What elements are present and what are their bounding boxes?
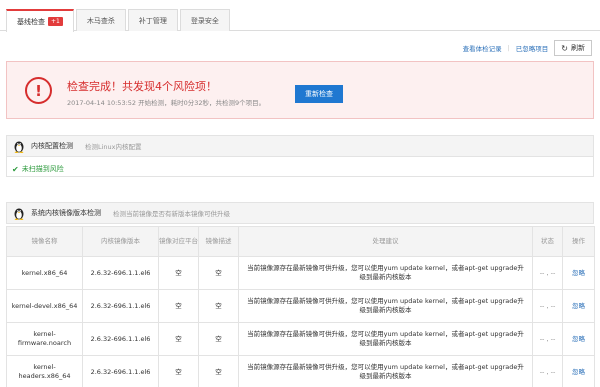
result-text: 未扫描到风险	[21, 165, 64, 173]
column-header: 内核镜像版本	[82, 226, 159, 257]
action-cell: 忽略	[562, 322, 595, 356]
tab-label: 木马查杀	[86, 16, 115, 25]
toolbar: 查看体检记录 | 已忽略项目 ↻ 刷新	[463, 40, 592, 56]
version-cell: 2.6.32-696.1.1.el6	[82, 256, 159, 290]
image-name-cell: kernel-firmware.noarch	[6, 322, 83, 356]
refresh-button[interactable]: ↻ 刷新	[554, 40, 592, 56]
tab-bar: 基线检查 +1 木马查杀 补丁管理 登录安全	[6, 9, 232, 32]
column-header: 状态	[532, 226, 563, 257]
table-row: kernel.x86_64 2.6.32-696.1.1.el6 空 空 当前镜…	[6, 256, 595, 290]
status-cell: -- , --	[532, 322, 563, 356]
action-cell: 忽略	[562, 289, 595, 323]
platform-cell: 空	[158, 256, 199, 290]
column-header: 镜像对应平台	[158, 226, 199, 257]
advice-cell: 当前镜像源存在最新镜像可供升级，您可以使用yum update kernel，或…	[238, 289, 533, 323]
kernel-config-body	[6, 157, 594, 177]
version-cell: 2.6.32-696.1.1.el6	[82, 322, 159, 356]
toolbar-separator: |	[507, 44, 510, 52]
kernel-image-table: 镜像名称 内核镜像版本 镜像对应平台 镜像描述 处理建议 状态 操作 kerne…	[6, 226, 595, 387]
linux-penguin-icon	[14, 141, 24, 153]
linux-penguin-icon	[14, 208, 24, 220]
column-header: 处理建议	[238, 226, 533, 257]
tab-label: 登录安全	[190, 16, 219, 25]
advice-cell: 当前镜像源存在最新镜像可供升级，您可以使用yum update kernel，或…	[238, 256, 533, 290]
column-header: 镜像描述	[198, 226, 239, 257]
version-cell: 2.6.32-696.1.1.el6	[82, 289, 159, 323]
version-cell: 2.6.32-696.1.1.el6	[82, 355, 159, 387]
status-cell: -- , --	[532, 256, 563, 290]
kernel-config-result: ✔ 未扫描到风险	[12, 164, 64, 174]
view-history-link[interactable]: 查看体检记录	[463, 43, 502, 53]
ignore-link[interactable]: 忽略	[572, 302, 585, 310]
kernel-image-header: 系统内核镜像版本检测 检测当前镜像是否有新版本镜像可供升级	[6, 202, 594, 224]
ignored-items-link[interactable]: 已忽略项目	[516, 43, 549, 53]
warning-icon: !	[25, 77, 52, 104]
check-circle-icon: ✔	[12, 164, 19, 174]
alert-subtitle: 2017-04-14 10:53:52 开始检测，耗时0分32秒，共检测9个项目…	[67, 99, 266, 107]
image-name-cell: kernel-devel.x86_64	[6, 289, 83, 323]
tab-label: 补丁管理	[138, 16, 167, 25]
column-header: 镜像名称	[6, 226, 83, 257]
image-name-cell: kernel-headers.x86_64	[6, 355, 83, 387]
section-title: 系统内核镜像版本检测	[31, 209, 101, 217]
tab-login-security[interactable]: 登录安全	[179, 9, 230, 31]
recheck-button[interactable]: 重新检查	[295, 85, 343, 103]
status-cell: -- , --	[532, 355, 563, 387]
table-row: kernel-headers.x86_64 2.6.32-696.1.1.el6…	[6, 355, 595, 387]
alert-title: 检查完成！共发现4个风险项！	[67, 80, 217, 93]
tab-badge: +1	[48, 17, 63, 26]
image-name-cell: kernel.x86_64	[6, 256, 83, 290]
status-cell: -- , --	[532, 289, 563, 323]
description-cell: 空	[198, 289, 239, 323]
section-description: 检测当前镜像是否有新版本镜像可供升级	[113, 210, 230, 218]
tab-label: 基线检查	[17, 17, 45, 26]
description-cell: 空	[198, 355, 239, 387]
table-row: kernel-devel.x86_64 2.6.32-696.1.1.el6 空…	[6, 289, 595, 323]
platform-cell: 空	[158, 289, 199, 323]
ignore-link[interactable]: 忽略	[572, 335, 585, 343]
platform-cell: 空	[158, 322, 199, 356]
action-cell: 忽略	[562, 256, 595, 290]
description-cell: 空	[198, 322, 239, 356]
advice-cell: 当前镜像源存在最新镜像可供升级，您可以使用yum update kernel，或…	[238, 322, 533, 356]
advice-cell: 当前镜像源存在最新镜像可供升级，您可以使用yum update kernel，或…	[238, 355, 533, 387]
column-header: 操作	[562, 226, 595, 257]
action-cell: 忽略	[562, 355, 595, 387]
refresh-label: 刷新	[571, 44, 585, 52]
section-description: 检测Linux内核配置	[85, 143, 142, 151]
kernel-config-header: 内核配置检测 检测Linux内核配置	[6, 135, 594, 157]
risk-alert-banner: ! 检查完成！共发现4个风险项！ 2017-04-14 10:53:52 开始检…	[6, 61, 594, 119]
ignore-link[interactable]: 忽略	[572, 368, 585, 376]
section-title: 内核配置检测	[31, 142, 73, 150]
description-cell: 空	[198, 256, 239, 290]
tab-baseline-check[interactable]: 基线检查 +1	[6, 9, 74, 32]
tab-trojan-scan[interactable]: 木马查杀	[75, 9, 126, 31]
table-row: kernel-firmware.noarch 2.6.32-696.1.1.el…	[6, 322, 595, 356]
tab-patch-management[interactable]: 补丁管理	[127, 9, 178, 31]
platform-cell: 空	[158, 355, 199, 387]
table-header-row: 镜像名称 内核镜像版本 镜像对应平台 镜像描述 处理建议 状态 操作	[6, 226, 595, 257]
ignore-link[interactable]: 忽略	[572, 269, 585, 277]
refresh-icon: ↻	[561, 43, 568, 53]
